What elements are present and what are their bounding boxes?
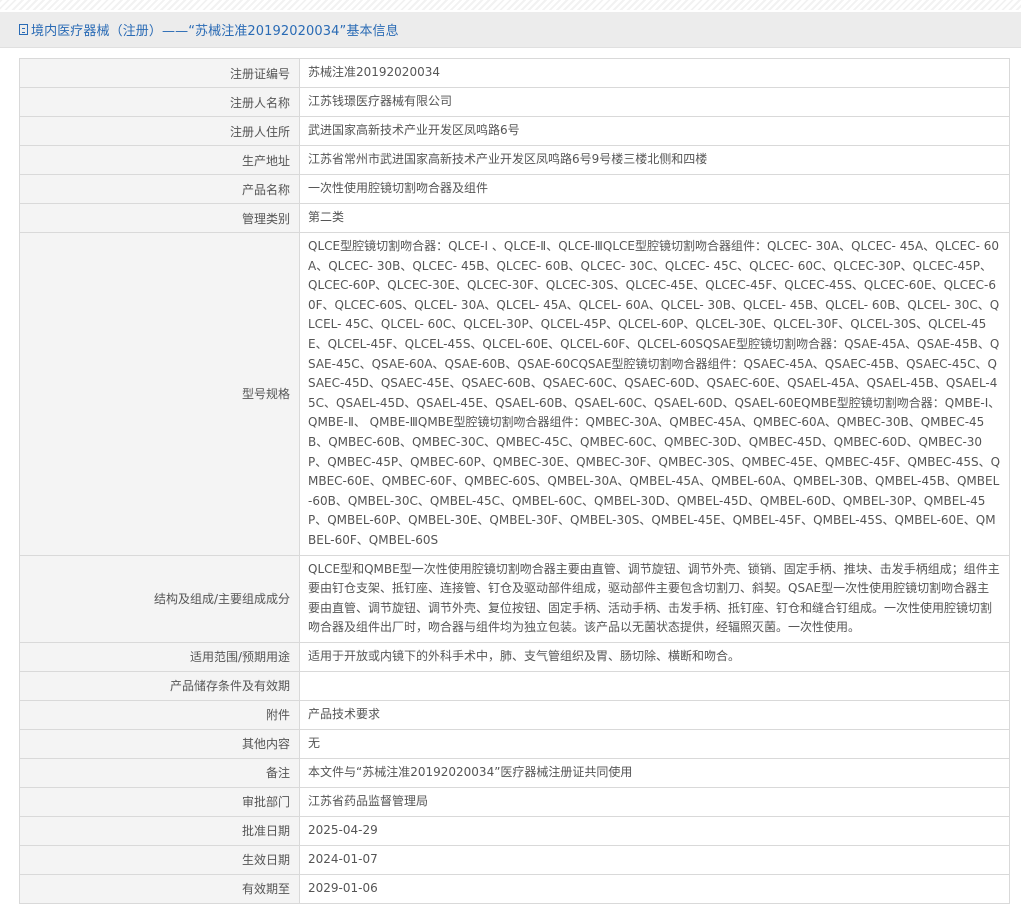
table-row: 结构及组成/主要组成成分 QLCE型和QMBE型一次性使用腔镜切割吻合器主要由直… — [19, 554, 1010, 643]
table-row: 审批部门 江苏省药品监督管理局 — [19, 786, 1010, 817]
row-label: 产品名称 — [19, 174, 300, 204]
row-label: 生产地址 — [19, 145, 300, 175]
table-row: 其他内容 无 — [19, 728, 1010, 759]
table-row: 备注 本文件与“苏械注准20192020034”医疗器械注册证共同使用 — [19, 757, 1010, 788]
row-value: 2025-04-29 — [299, 815, 1010, 846]
row-value: 一次性使用腔镜切割吻合器及组件 — [299, 174, 1010, 204]
table-row: 注册证编号 苏械注准20192020034 — [19, 58, 1010, 88]
row-label: 注册证编号 — [19, 58, 300, 88]
table-row: 生产地址 江苏省常州市武进国家高新技术产业开发区凤鸣路6号9号楼三楼北侧和四楼 — [19, 145, 1010, 175]
row-label: 审批部门 — [19, 786, 300, 817]
row-value: QLCE型和QMBE型一次性使用腔镜切割吻合器主要由直管、调节旋钮、调节外壳、锁… — [299, 554, 1010, 643]
row-value — [299, 670, 1010, 701]
table-row: 生效日期 2024-01-07 — [19, 844, 1010, 875]
row-value: 武进国家高新技术产业开发区凤鸣路6号 — [299, 116, 1010, 146]
row-label: 结构及组成/主要组成成分 — [19, 554, 300, 643]
table-row: 型号规格 QLCE型腔镜切割吻合器：QLCE-Ⅰ 、QLCE-Ⅱ、QLCE-ⅢQ… — [19, 232, 1010, 556]
table-row: 适用范围/预期用途 适用于开放或内镜下的外科手术中，肺、支气管组织及胃、肠切除、… — [19, 641, 1010, 672]
row-label: 有效期至 — [19, 873, 300, 904]
table-row: 批准日期 2025-04-29 — [19, 815, 1010, 846]
row-value: 2029-01-06 — [299, 873, 1010, 904]
row-label: 备注 — [19, 757, 300, 788]
info-table: 注册证编号 苏械注准20192020034 注册人名称 江苏钱璟医疗器械有限公司… — [19, 58, 1010, 904]
top-decorative-stripes — [0, 0, 1021, 10]
row-value: 2024-01-07 — [299, 844, 1010, 875]
table-row: 注册人住所 武进国家高新技术产业开发区凤鸣路6号 — [19, 116, 1010, 146]
document-icon — [19, 24, 28, 35]
row-label: 附件 — [19, 699, 300, 730]
row-value: 产品技术要求 — [299, 699, 1010, 730]
table-row: 附件 产品技术要求 — [19, 699, 1010, 730]
table-row: 有效期至 2029-01-06 — [19, 873, 1010, 904]
row-value: 江苏省常州市武进国家高新技术产业开发区凤鸣路6号9号楼三楼北侧和四楼 — [299, 145, 1010, 175]
row-label: 其他内容 — [19, 728, 300, 759]
row-value: 无 — [299, 728, 1010, 759]
row-value: 苏械注准20192020034 — [299, 58, 1010, 88]
table-row: 管理类别 第二类 — [19, 203, 1010, 233]
row-label: 适用范围/预期用途 — [19, 641, 300, 672]
row-value: 适用于开放或内镜下的外科手术中，肺、支气管组织及胃、肠切除、横断和吻合。 — [299, 641, 1010, 672]
row-value: 第二类 — [299, 203, 1010, 233]
row-value: 江苏钱璟医疗器械有限公司 — [299, 87, 1010, 117]
table-row: 产品储存条件及有效期 — [19, 670, 1010, 701]
row-label: 注册人名称 — [19, 87, 300, 117]
row-label: 生效日期 — [19, 844, 300, 875]
row-label: 批准日期 — [19, 815, 300, 846]
page-title: 境内医疗器械（注册）——“苏械注准20192020034”基本信息 — [31, 24, 399, 39]
page-header: 境内医疗器械（注册）——“苏械注准20192020034”基本信息 — [0, 12, 1021, 48]
row-value: 江苏省药品监督管理局 — [299, 786, 1010, 817]
row-label: 注册人住所 — [19, 116, 300, 146]
table-row: 注册人名称 江苏钱璟医疗器械有限公司 — [19, 87, 1010, 117]
row-label: 管理类别 — [19, 203, 300, 233]
table-row: 产品名称 一次性使用腔镜切割吻合器及组件 — [19, 174, 1010, 204]
row-label: 产品储存条件及有效期 — [19, 670, 300, 701]
row-value: QLCE型腔镜切割吻合器：QLCE-Ⅰ 、QLCE-Ⅱ、QLCE-ⅢQLCE型腔… — [299, 232, 1010, 556]
row-value: 本文件与“苏械注准20192020034”医疗器械注册证共同使用 — [299, 757, 1010, 788]
row-label: 型号规格 — [19, 232, 300, 556]
